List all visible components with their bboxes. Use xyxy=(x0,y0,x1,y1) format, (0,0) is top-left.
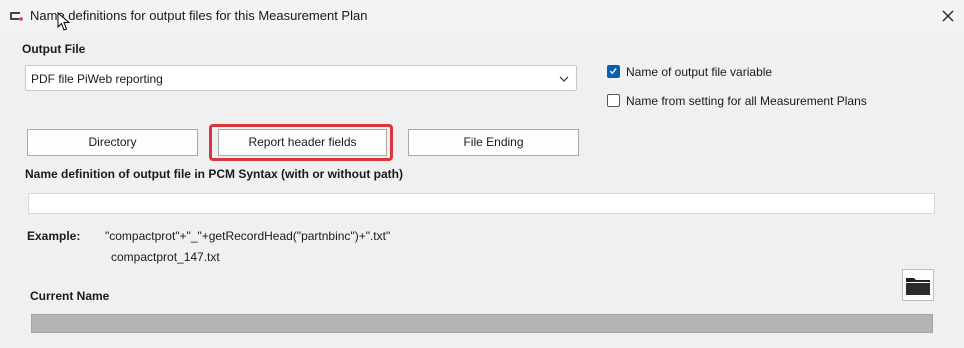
name-global-label: Name from setting for all Measurement Pl… xyxy=(626,94,867,108)
mouse-cursor-icon xyxy=(57,12,71,31)
output-file-value: PDF file PiWeb reporting xyxy=(31,72,163,86)
highlight-box xyxy=(209,124,393,161)
close-icon[interactable] xyxy=(938,6,958,26)
checkmark-icon xyxy=(609,68,617,75)
current-name-label: Current Name xyxy=(30,289,110,303)
folder-button[interactable] xyxy=(902,269,934,301)
window-title: Name definitions for output files for th… xyxy=(30,8,368,23)
example-result: compactprot_147.txt xyxy=(111,250,220,264)
output-file-label: Output File xyxy=(22,42,86,56)
example-syntax: "compactprot"+"_"+getRecordHead("partnbi… xyxy=(105,229,391,243)
name-variable-checkbox[interactable] xyxy=(607,65,620,78)
directory-button[interactable]: Directory xyxy=(27,129,198,156)
app-icon xyxy=(10,12,23,21)
title-bar: Name definitions for output files for th… xyxy=(0,0,964,32)
name-variable-label: Name of output file variable xyxy=(626,65,773,79)
name-global-checkbox[interactable] xyxy=(607,94,620,107)
definition-label: Name definition of output file in PCM Sy… xyxy=(25,167,403,181)
example-label: Example: xyxy=(27,229,81,243)
current-name-field xyxy=(31,314,933,333)
file-ending-button[interactable]: File Ending xyxy=(408,129,579,156)
chevron-down-icon xyxy=(559,76,569,82)
output-file-select[interactable]: PDF file PiWeb reporting xyxy=(25,65,577,91)
definition-input[interactable] xyxy=(28,193,935,214)
folder-icon xyxy=(906,278,930,295)
